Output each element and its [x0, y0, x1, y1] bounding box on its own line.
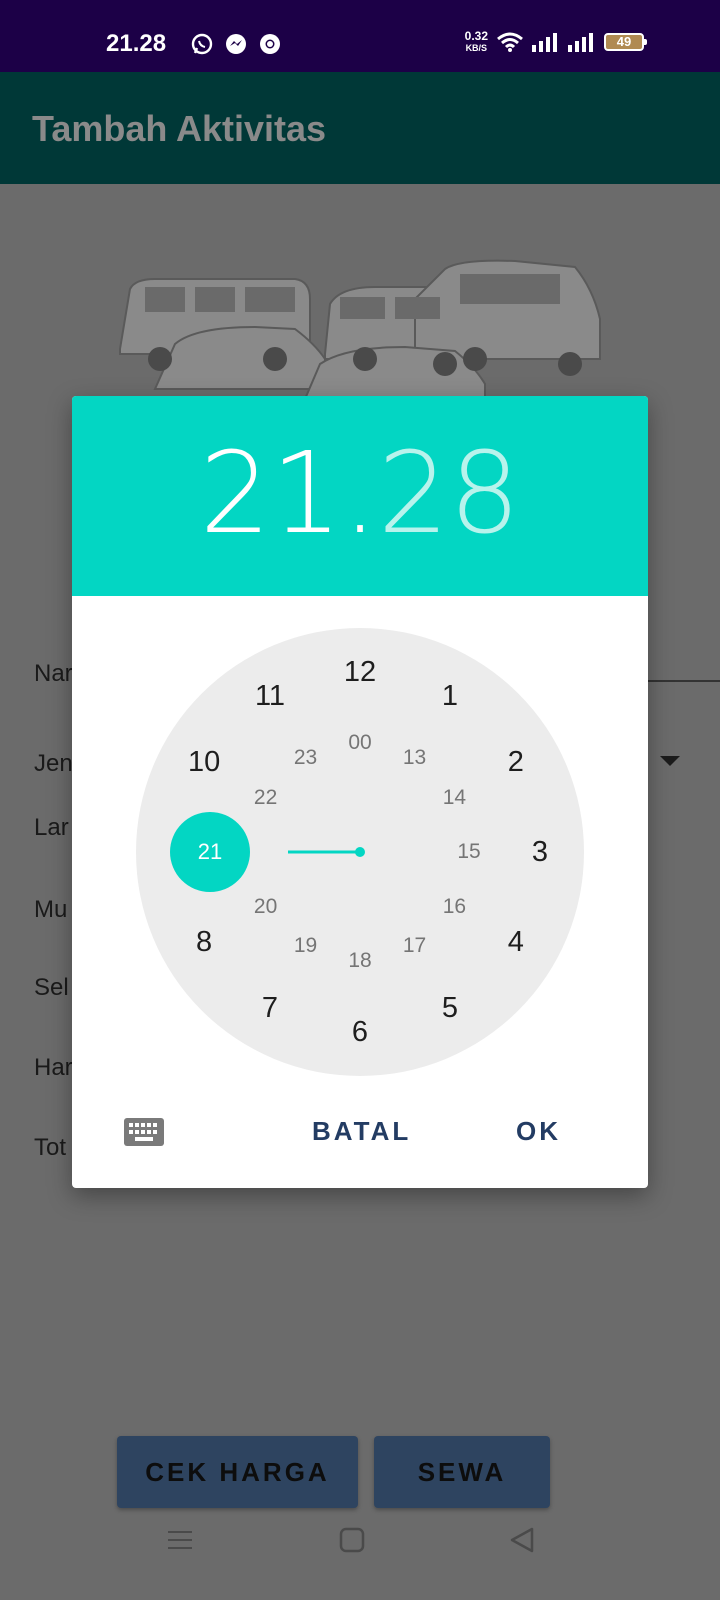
- cancel-button[interactable]: BATAL: [312, 1116, 411, 1147]
- status-time: 21.28: [106, 30, 167, 57]
- messenger-icon: [226, 34, 246, 54]
- selected-hour-indicator[interactable]: 21: [170, 812, 250, 892]
- duration-label: Lar: [34, 814, 69, 841]
- network-speed: 0.32 KB/S: [465, 30, 488, 54]
- app-bar: Tambah Aktivitas: [0, 72, 720, 184]
- chrome-icon: [260, 34, 280, 54]
- total-label: Tot: [34, 1134, 67, 1161]
- clock-hour-11[interactable]: 11: [250, 681, 290, 711]
- clock-hour-15[interactable]: 15: [449, 837, 489, 867]
- name-input-underline[interactable]: [640, 680, 720, 682]
- clock-hour-19[interactable]: 19: [286, 931, 326, 961]
- clock-hour-14[interactable]: 14: [434, 783, 474, 813]
- time-separator: .: [342, 429, 378, 559]
- clock-hour-13[interactable]: 13: [395, 743, 435, 773]
- hour-display[interactable]: 21: [200, 429, 343, 559]
- status-right: 0.32 KB/S 49: [465, 30, 647, 54]
- clock-hour-2[interactable]: 2: [496, 747, 536, 777]
- price-label: Har: [34, 1054, 73, 1081]
- ok-button[interactable]: OK: [516, 1116, 561, 1147]
- clock-hour-17[interactable]: 17: [395, 931, 435, 961]
- clock-hour-7[interactable]: 7: [250, 993, 290, 1023]
- wifi-icon: [497, 32, 523, 52]
- start-label: Mu: [34, 896, 68, 923]
- signal-icon: [532, 33, 557, 52]
- minute-display[interactable]: 28: [378, 429, 521, 559]
- type-label: Jen: [34, 750, 73, 777]
- check-price-button[interactable]: CEK HARGA: [117, 1436, 358, 1508]
- clock-hour-1[interactable]: 1: [430, 681, 470, 711]
- clock-hour-00[interactable]: 00: [340, 728, 380, 758]
- selected-time: 21.28: [72, 434, 648, 554]
- signal-icon: [568, 33, 593, 52]
- status-bar: 21.28 0.32 KB/S 49: [0, 0, 720, 72]
- name-label: Nar: [34, 660, 73, 687]
- notification-icons: [190, 32, 282, 56]
- menu-icon[interactable]: [166, 1526, 194, 1554]
- navigation-bar: [0, 1510, 720, 1600]
- page-title: Tambah Aktivitas: [32, 108, 327, 149]
- cars-banner-image: [119, 259, 601, 399]
- clock-hour-10[interactable]: 10: [184, 747, 224, 777]
- home-icon[interactable]: [338, 1526, 366, 1554]
- battery-icon: 49: [604, 33, 647, 51]
- time-picker-header: 21.28: [72, 396, 648, 596]
- speed-unit: KB/S: [465, 43, 488, 53]
- clock-face[interactable]: 121234567891011001314151617181920212223: [136, 628, 584, 1076]
- keyboard-icon[interactable]: [124, 1118, 164, 1146]
- clock-hour-5[interactable]: 5: [430, 993, 470, 1023]
- clock-hour-20[interactable]: 20: [246, 892, 286, 922]
- rent-button[interactable]: SEWA: [374, 1436, 550, 1508]
- clock-hour-18[interactable]: 18: [340, 946, 380, 976]
- clock-hour-8[interactable]: 8: [184, 927, 224, 957]
- whatsapp-icon: [191, 33, 213, 55]
- clock-hour-23[interactable]: 23: [286, 743, 326, 773]
- clock-hour-3[interactable]: 3: [520, 837, 560, 867]
- clock-hour-4[interactable]: 4: [496, 927, 536, 957]
- speed-value: 0.32: [464, 29, 488, 43]
- back-icon[interactable]: [508, 1526, 536, 1554]
- time-picker-dialog: 21.28 1212345678910110013141516171819202…: [72, 396, 648, 1188]
- clock-hour-16[interactable]: 16: [434, 892, 474, 922]
- clock-hour-6[interactable]: 6: [340, 1017, 380, 1047]
- end-label: Sel: [34, 974, 69, 1001]
- clock-hour-12[interactable]: 12: [340, 657, 380, 687]
- dropdown-arrow-icon[interactable]: [660, 756, 680, 766]
- clock-hour-22[interactable]: 22: [246, 783, 286, 813]
